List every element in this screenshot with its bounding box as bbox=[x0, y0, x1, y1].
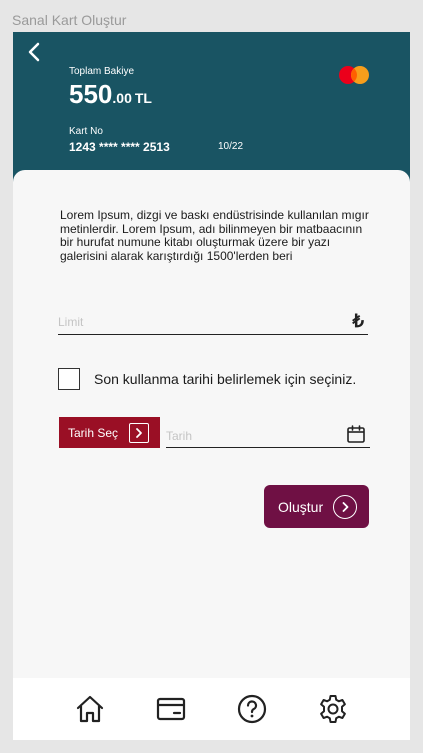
create-button[interactable]: Oluştur bbox=[264, 485, 369, 528]
description-text: Lorem Ipsum, dizgi ve baskı endüstrisind… bbox=[60, 208, 369, 263]
help-icon bbox=[238, 694, 267, 724]
nav-wallet[interactable] bbox=[153, 691, 189, 727]
card-number: 1243 **** **** 2513 bbox=[69, 140, 170, 154]
bottom-navigation bbox=[13, 678, 410, 740]
balance-label: Toplam Bakiye bbox=[69, 66, 135, 77]
balance-decimal: .00 bbox=[112, 90, 132, 106]
wallet-icon bbox=[156, 697, 185, 721]
select-date-label: Tarih Seç bbox=[68, 425, 119, 440]
expiry-checkbox-label[interactable]: Son kullanma tarihi belirlemek için seçi… bbox=[94, 371, 356, 387]
nav-home[interactable] bbox=[72, 691, 108, 727]
limit-input[interactable] bbox=[58, 315, 328, 329]
gear-icon bbox=[320, 695, 347, 723]
expiry-checkbox-row[interactable]: Son kullanma tarihi belirlemek için seçi… bbox=[58, 368, 356, 390]
card-number-label: Kart No bbox=[69, 126, 103, 137]
nav-help[interactable] bbox=[234, 691, 270, 727]
limit-field: ₺ bbox=[58, 309, 368, 335]
card-summary: Toplam Bakiye 550.00 TL Kart No 1243 ****… bbox=[13, 32, 410, 190]
lira-icon: ₺ bbox=[352, 311, 364, 331]
window-title: Sanal Kart Oluştur bbox=[12, 12, 127, 28]
form-panel: Lorem Ipsum, dizgi ve baskı endüstrisind… bbox=[13, 170, 410, 678]
balance-currency: TL bbox=[134, 90, 152, 106]
chevron-left-icon bbox=[28, 42, 40, 62]
mastercard-logo-icon bbox=[339, 66, 369, 84]
card-expiry: 10/22 bbox=[218, 141, 244, 152]
home-icon bbox=[76, 695, 103, 723]
date-input[interactable] bbox=[166, 429, 336, 443]
nav-settings[interactable] bbox=[315, 691, 351, 727]
select-date-button[interactable]: Tarih Seç bbox=[59, 417, 160, 448]
date-field bbox=[166, 421, 370, 448]
chevron-right-circle-icon bbox=[333, 494, 358, 519]
balance-amount: 550.00 TL bbox=[69, 79, 152, 110]
calendar-icon[interactable] bbox=[346, 424, 366, 444]
chevron-right-icon bbox=[129, 422, 150, 443]
balance-integer: 550 bbox=[69, 79, 113, 109]
expiry-checkbox[interactable] bbox=[58, 368, 80, 390]
back-button[interactable] bbox=[23, 40, 47, 64]
create-button-label: Oluştur bbox=[278, 498, 324, 515]
